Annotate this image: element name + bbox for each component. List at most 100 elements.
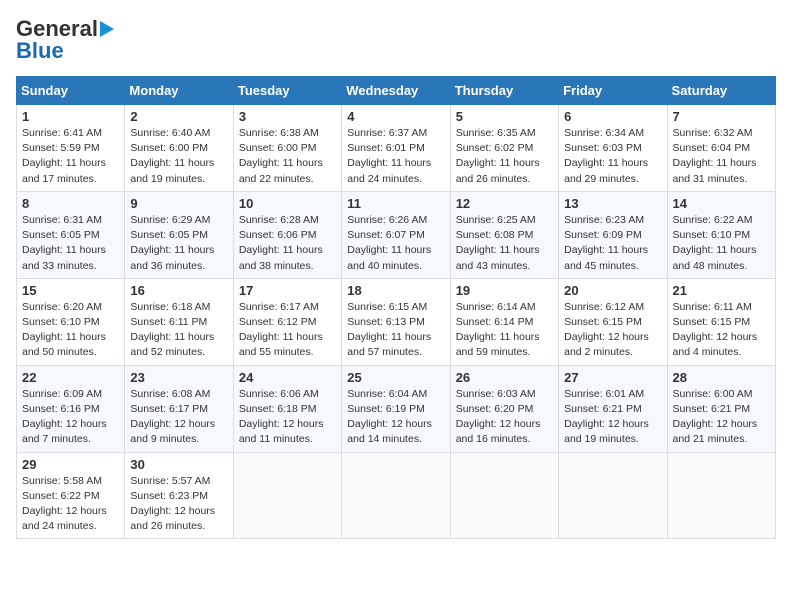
cell-content: Sunrise: 6:32 AMSunset: 6:04 PMDaylight:… [673,126,770,187]
day-number: 13 [564,196,661,211]
calendar-cell: 11 Sunrise: 6:26 AMSunset: 6:07 PMDayligh… [342,191,450,278]
calendar-cell [342,452,450,539]
cell-content: Sunrise: 6:28 AMSunset: 6:06 PMDaylight:… [239,213,336,274]
day-number: 3 [239,109,336,124]
day-number: 23 [130,370,227,385]
day-number: 18 [347,283,444,298]
calendar-week-3: 15 Sunrise: 6:20 AMSunset: 6:10 PMDayligh… [17,278,776,365]
calendar-cell: 18 Sunrise: 6:15 AMSunset: 6:13 PMDayligh… [342,278,450,365]
day-number: 16 [130,283,227,298]
day-header-wednesday: Wednesday [342,77,450,105]
calendar-cell: 17 Sunrise: 6:17 AMSunset: 6:12 PMDayligh… [233,278,341,365]
day-header-tuesday: Tuesday [233,77,341,105]
day-number: 2 [130,109,227,124]
calendar-week-1: 1Sunrise: 6:41 AMSunset: 5:59 PMDaylight… [17,105,776,192]
calendar-cell: 10 Sunrise: 6:28 AMSunset: 6:06 PMDayligh… [233,191,341,278]
cell-content: Sunrise: 6:35 AMSunset: 6:02 PMDaylight:… [456,126,553,187]
day-number: 10 [239,196,336,211]
day-number: 8 [22,196,119,211]
cell-content: Sunrise: 6:31 AMSunset: 6:05 PMDaylight:… [22,213,119,274]
cell-content: Sunrise: 6:06 AMSunset: 6:18 PMDaylight:… [239,387,336,448]
day-number: 12 [456,196,553,211]
day-header-monday: Monday [125,77,233,105]
cell-content: Sunrise: 6:17 AMSunset: 6:12 PMDaylight:… [239,300,336,361]
day-number: 11 [347,196,444,211]
day-number: 9 [130,196,227,211]
day-number: 26 [456,370,553,385]
calendar-week-2: 8 Sunrise: 6:31 AMSunset: 6:05 PMDaylight… [17,191,776,278]
cell-content: Sunrise: 6:37 AMSunset: 6:01 PMDaylight:… [347,126,444,187]
day-number: 6 [564,109,661,124]
calendar-cell [667,452,775,539]
calendar-cell: 23 Sunrise: 6:08 AMSunset: 6:17 PMDayligh… [125,365,233,452]
day-number: 29 [22,457,119,472]
cell-content: Sunrise: 6:23 AMSunset: 6:09 PMDaylight:… [564,213,661,274]
calendar-cell: 4 Sunrise: 6:37 AMSunset: 6:01 PMDaylight… [342,105,450,192]
cell-content: Sunrise: 6:09 AMSunset: 6:16 PMDaylight:… [22,387,119,448]
day-header-thursday: Thursday [450,77,558,105]
calendar-cell: 20 Sunrise: 6:12 AMSunset: 6:15 PMDayligh… [559,278,667,365]
day-number: 4 [347,109,444,124]
day-number: 21 [673,283,770,298]
cell-content: Sunrise: 6:00 AMSunset: 6:21 PMDaylight:… [673,387,770,448]
calendar-cell: 15 Sunrise: 6:20 AMSunset: 6:10 PMDayligh… [17,278,125,365]
cell-content: Sunrise: 5:57 AMSunset: 6:23 PMDaylight:… [130,474,227,535]
logo-arrow-icon [100,21,114,37]
day-number: 7 [673,109,770,124]
cell-content: Sunrise: 6:40 AMSunset: 6:00 PMDaylight:… [130,126,227,187]
cell-content: Sunrise: 6:14 AMSunset: 6:14 PMDaylight:… [456,300,553,361]
calendar-cell: 29 Sunrise: 5:58 AMSunset: 6:22 PMDayligh… [17,452,125,539]
cell-content: Sunrise: 6:26 AMSunset: 6:07 PMDaylight:… [347,213,444,274]
calendar-cell [559,452,667,539]
page-header: General Blue [16,16,776,64]
cell-content: Sunrise: 6:04 AMSunset: 6:19 PMDaylight:… [347,387,444,448]
calendar-cell: 12Sunrise: 6:25 AMSunset: 6:08 PMDayligh… [450,191,558,278]
calendar-cell: 21 Sunrise: 6:11 AMSunset: 6:15 PMDayligh… [667,278,775,365]
calendar-cell: 30Sunrise: 5:57 AMSunset: 6:23 PMDayligh… [125,452,233,539]
day-number: 24 [239,370,336,385]
day-number: 15 [22,283,119,298]
day-header-friday: Friday [559,77,667,105]
day-number: 5 [456,109,553,124]
calendar-cell: 28Sunrise: 6:00 AMSunset: 6:21 PMDayligh… [667,365,775,452]
logo: General Blue [16,16,114,64]
calendar-cell: 6Sunrise: 6:34 AMSunset: 6:03 PMDaylight… [559,105,667,192]
cell-content: Sunrise: 6:11 AMSunset: 6:15 PMDaylight:… [673,300,770,361]
calendar-cell: 2 Sunrise: 6:40 AMSunset: 6:00 PMDaylight… [125,105,233,192]
calendar-header: SundayMondayTuesdayWednesdayThursdayFrid… [17,77,776,105]
cell-content: Sunrise: 6:18 AMSunset: 6:11 PMDaylight:… [130,300,227,361]
calendar-cell [450,452,558,539]
day-number: 25 [347,370,444,385]
calendar-cell: 7 Sunrise: 6:32 AMSunset: 6:04 PMDaylight… [667,105,775,192]
cell-content: Sunrise: 6:15 AMSunset: 6:13 PMDaylight:… [347,300,444,361]
calendar-week-4: 22 Sunrise: 6:09 AMSunset: 6:16 PMDayligh… [17,365,776,452]
cell-content: Sunrise: 6:08 AMSunset: 6:17 PMDaylight:… [130,387,227,448]
calendar-cell: 16 Sunrise: 6:18 AMSunset: 6:11 PMDayligh… [125,278,233,365]
cell-content: Sunrise: 6:01 AMSunset: 6:21 PMDaylight:… [564,387,661,448]
calendar-cell: 14 Sunrise: 6:22 AMSunset: 6:10 PMDayligh… [667,191,775,278]
calendar-cell: 24 Sunrise: 6:06 AMSunset: 6:18 PMDayligh… [233,365,341,452]
calendar-cell: 22 Sunrise: 6:09 AMSunset: 6:16 PMDayligh… [17,365,125,452]
day-number: 20 [564,283,661,298]
header-row: SundayMondayTuesdayWednesdayThursdayFrid… [17,77,776,105]
calendar-cell: 26 Sunrise: 6:03 AMSunset: 6:20 PMDayligh… [450,365,558,452]
calendar-cell: 1Sunrise: 6:41 AMSunset: 5:59 PMDaylight… [17,105,125,192]
calendar-cell [233,452,341,539]
day-number: 19 [456,283,553,298]
cell-content: Sunrise: 6:20 AMSunset: 6:10 PMDaylight:… [22,300,119,361]
cell-content: Sunrise: 6:12 AMSunset: 6:15 PMDaylight:… [564,300,661,361]
day-number: 14 [673,196,770,211]
day-header-sunday: Sunday [17,77,125,105]
day-number: 22 [22,370,119,385]
calendar-body: 1Sunrise: 6:41 AMSunset: 5:59 PMDaylight… [17,105,776,539]
calendar-cell: 27Sunrise: 6:01 AMSunset: 6:21 PMDayligh… [559,365,667,452]
cell-content: Sunrise: 6:41 AMSunset: 5:59 PMDaylight:… [22,126,119,187]
calendar-cell: 25 Sunrise: 6:04 AMSunset: 6:19 PMDayligh… [342,365,450,452]
cell-content: Sunrise: 6:03 AMSunset: 6:20 PMDaylight:… [456,387,553,448]
day-number: 17 [239,283,336,298]
calendar-table: SundayMondayTuesdayWednesdayThursdayFrid… [16,76,776,539]
calendar-week-5: 29 Sunrise: 5:58 AMSunset: 6:22 PMDayligh… [17,452,776,539]
cell-content: Sunrise: 6:22 AMSunset: 6:10 PMDaylight:… [673,213,770,274]
cell-content: Sunrise: 5:58 AMSunset: 6:22 PMDaylight:… [22,474,119,535]
calendar-cell: 13 Sunrise: 6:23 AMSunset: 6:09 PMDayligh… [559,191,667,278]
